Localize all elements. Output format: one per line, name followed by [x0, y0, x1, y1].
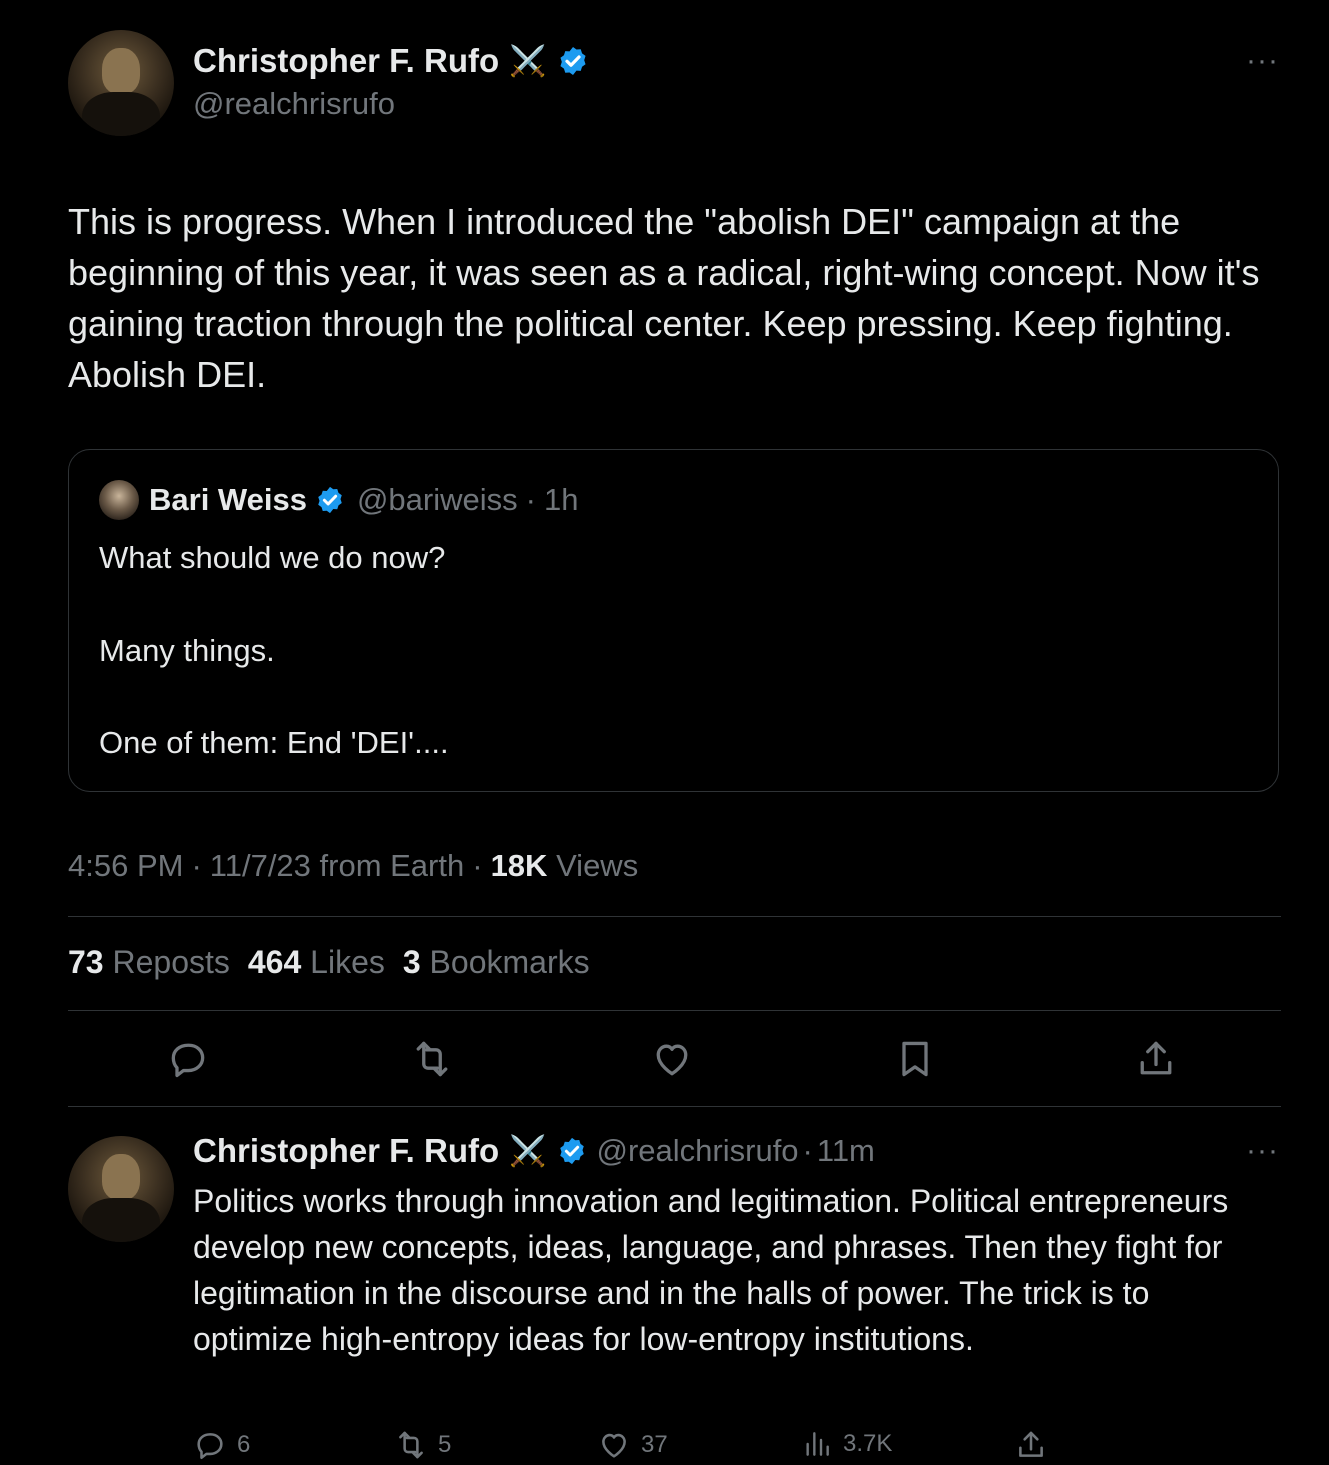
reply-reposts-action[interactable]: 5 [394, 1428, 451, 1462]
verified-badge-icon [559, 47, 586, 75]
author-name[interactable]: Christopher F. Rufo [193, 42, 499, 80]
likes-count: 464 [247, 944, 302, 980]
author-handle[interactable]: @realchrisrufo [193, 86, 395, 122]
more-options-icon[interactable]: ··· [1246, 1134, 1279, 1168]
separator-dot: · [472, 848, 483, 883]
repost-icon [399, 1431, 423, 1459]
views-chart-icon [806, 1432, 829, 1456]
share-icon[interactable] [1134, 1037, 1178, 1081]
likes-label: Likes [310, 944, 385, 980]
quoted-text-line-1: What should we do now? [99, 540, 446, 575]
separator-dot: · [802, 1133, 813, 1168]
tweet-text: This is progress. When I introduced the … [68, 201, 1260, 395]
reply-author-row[interactable]: Christopher F. Rufo ⚔️ @realchrisrufo · … [193, 1132, 875, 1170]
like-count: 37 [641, 1431, 668, 1458]
author-name-row[interactable]: Christopher F. Rufo ⚔️ [193, 42, 589, 80]
reposts-stat[interactable]: 73 Reposts [68, 944, 230, 981]
more-options-icon[interactable]: ··· [1246, 44, 1279, 78]
engagement-stats: 73 Reposts 464 Likes 3 Bookmarks [68, 944, 590, 981]
separator-dot: · [525, 482, 536, 517]
bookmarks-stat[interactable]: 3 Bookmarks [403, 944, 590, 981]
reply-icon[interactable] [166, 1037, 210, 1081]
reply-replies-action[interactable]: 6 [193, 1428, 250, 1462]
views-label: Views [556, 848, 639, 883]
share-icon[interactable] [1014, 1428, 1048, 1462]
repost-icon[interactable] [410, 1037, 454, 1081]
verified-badge-icon [559, 1137, 584, 1165]
likes-stat[interactable]: 464 Likes [248, 944, 385, 981]
quoted-text-line-2: Many things. [99, 633, 275, 668]
quoted-timestamp[interactable]: 1h [544, 482, 578, 518]
crossed-swords-emoji: ⚔️ [509, 1134, 547, 1168]
reply-author-handle[interactable]: @realchrisrufo [597, 1133, 799, 1169]
quoted-text-line-3: One of them: End 'DEI'.... [99, 725, 449, 760]
reply-views-action[interactable]: 3.7K [801, 1428, 892, 1460]
view-count: 3.7K [843, 1430, 893, 1457]
verified-badge-icon [318, 486, 342, 514]
bookmark-icon[interactable] [893, 1037, 937, 1081]
separator-dot: · [191, 848, 202, 883]
reply-author-avatar[interactable] [68, 1136, 174, 1242]
crossed-swords-emoji: ⚔️ [509, 44, 547, 78]
reply-timestamp[interactable]: 11m [817, 1133, 875, 1169]
tweet-date-source[interactable]: 11/7/23 from Earth [210, 848, 464, 884]
author-avatar[interactable] [68, 30, 174, 136]
quoted-author-avatar[interactable] [99, 480, 139, 520]
reply-text: Politics works through innovation and le… [193, 1183, 1229, 1357]
reply-likes-action[interactable]: 37 [597, 1428, 668, 1462]
like-icon [602, 1433, 626, 1458]
tweet-meta: 4:56 PM · 11/7/23 from Earth · 18K Views [68, 848, 638, 884]
quoted-author-handle[interactable]: @bariweiss [357, 482, 518, 518]
views-count: 18K [490, 848, 548, 883]
views-stat[interactable]: 18K Views [491, 848, 639, 884]
quoted-author-name[interactable]: Bari Weiss [149, 482, 307, 518]
reply-author-name[interactable]: Christopher F. Rufo [193, 1132, 499, 1170]
divider [68, 916, 1281, 917]
reposts-label: Reposts [112, 944, 230, 980]
reply-icon [197, 1433, 223, 1460]
repost-count: 5 [438, 1431, 452, 1458]
reposts-count: 73 [68, 944, 104, 980]
quoted-author-row[interactable]: Bari Weiss @bariweiss · 1h [99, 480, 578, 520]
reply-count: 6 [237, 1431, 251, 1458]
like-icon[interactable] [650, 1037, 694, 1081]
divider [68, 1106, 1281, 1107]
divider [68, 1010, 1281, 1011]
bookmarks-count: 3 [402, 944, 421, 980]
bookmarks-label: Bookmarks [429, 944, 590, 980]
tweet-time[interactable]: 4:56 PM [68, 848, 183, 884]
